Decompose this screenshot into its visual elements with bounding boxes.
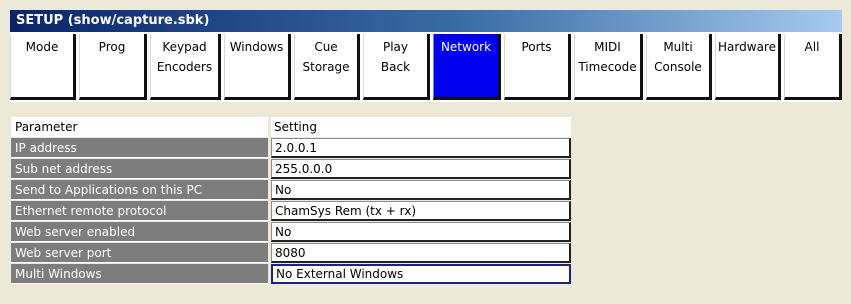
window-title-bar: SETUP (show/capture.sbk) [10,10,842,32]
settings-grid: Parameter Setting IP address 2.0.0.1 Sub… [11,117,571,285]
tab-label-line2: Timecode [578,60,637,74]
tab-keypad-encoders[interactable]: Keypad Encoders [150,34,221,100]
table-row: Web server enabled No [11,222,571,243]
table-row: Multi Windows No External Windows [11,264,571,285]
tab-ports[interactable]: Ports [504,34,571,100]
tab-label: Ports [521,40,552,54]
setting-value-selected[interactable]: No External Windows [271,264,571,284]
setting-value[interactable]: 2.0.0.1 [271,138,571,158]
tab-midi-timecode[interactable]: MIDI Timecode [574,34,643,100]
tab-network[interactable]: Network [433,34,501,100]
setting-value[interactable]: No [271,222,571,242]
table-row: Sub net address 255.0.0.0 [11,159,571,180]
parameter-column-header: Parameter [11,117,268,137]
tab-label: Windows [229,40,284,54]
window-title: SETUP (show/capture.sbk) [16,13,210,28]
tab-label: Hardware [718,40,776,54]
tab-label-line2: Storage [302,60,350,74]
tab-multi-console[interactable]: Multi Console [646,34,712,100]
table-row: IP address 2.0.0.1 [11,138,571,159]
tab-windows[interactable]: Windows [224,34,291,100]
tab-cue-storage[interactable]: Cue Storage [294,34,360,100]
setting-value[interactable]: 255.0.0.0 [271,159,571,179]
setting-value[interactable]: 8080 [271,243,571,263]
tab-label: Cue [314,40,338,54]
tab-label: Multi [663,40,693,54]
tab-all[interactable]: All [784,34,842,100]
parameter-label: Web server port [11,243,268,263]
table-row: Web server port 8080 [11,243,571,264]
parameter-label: Web server enabled [11,222,268,242]
tab-prog[interactable]: Prog [79,34,147,100]
setting-value[interactable]: ChamSys Rem (tx + rx) [271,201,571,221]
grid-header-row: Parameter Setting [11,117,571,138]
table-row: Ethernet remote protocol ChamSys Rem (tx… [11,201,571,222]
tab-mode[interactable]: Mode [10,34,76,100]
tab-label: Network [440,40,492,54]
tab-label-line2: Console [654,60,702,74]
parameter-label: Ethernet remote protocol [11,201,268,221]
tab-label-line2: Encoders [156,60,213,74]
tab-hardware[interactable]: Hardware [715,34,781,100]
tab-label: All [804,40,820,54]
parameter-label: Send to Applications on this PC [11,180,268,200]
tab-label: Play [382,40,409,54]
tab-label: Prog [98,40,126,54]
tab-label: MIDI [594,40,621,54]
parameter-label: Sub net address [11,159,268,179]
tab-play-back[interactable]: Play Back [363,34,430,100]
setting-value[interactable]: No [271,180,571,200]
parameter-label: IP address [11,138,268,158]
setting-column-header: Setting [271,117,571,137]
tab-label-line2: Back [380,60,411,74]
parameter-label: Multi Windows [11,264,268,284]
table-row: Send to Applications on this PC No [11,180,571,201]
setup-tab-bar: Mode Prog Keypad Encoders Windows Cue St… [10,32,842,102]
tab-label: Keypad [162,40,207,54]
tab-label: Mode [25,40,59,54]
